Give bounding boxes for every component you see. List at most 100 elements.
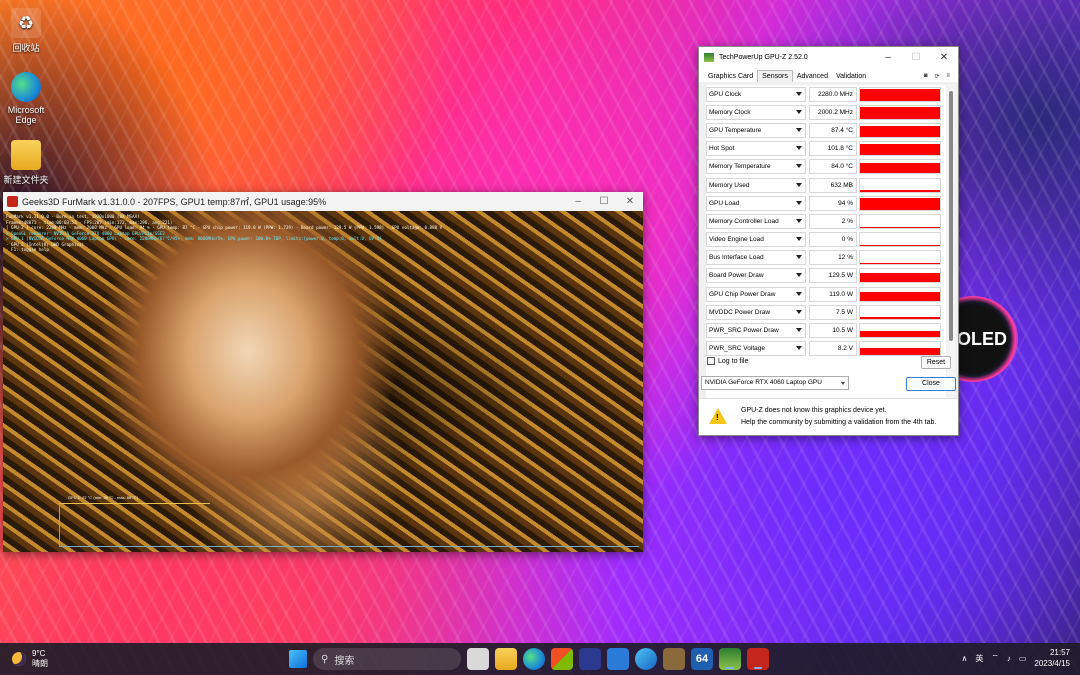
battery-icon[interactable]: ▭ — [1019, 654, 1027, 663]
sensor-name-dropdown[interactable]: Hot Spot — [706, 141, 806, 157]
furmark-window[interactable]: Geeks3D FurMark v1.31.0.0 - 207FPS, GPU1… — [3, 192, 643, 552]
sensor-name-dropdown[interactable]: Memory Controller Load — [706, 213, 806, 229]
tab-validation[interactable]: Validation — [832, 71, 870, 82]
sensor-value: 632 MB — [809, 177, 857, 193]
desktop-icon-recycle-bin[interactable]: ♻ 回收站 — [0, 8, 56, 54]
temperature-graph-label: GPU 1: 87 °C (min: 39 °C - max: 88 °C) — [68, 495, 139, 500]
sensor-name-dropdown[interactable]: Video Engine Load — [706, 232, 806, 248]
log-to-file-checkbox[interactable]: Log to file — [707, 357, 748, 365]
file-explorer-icon[interactable] — [495, 648, 517, 670]
hud-line: > GPU 1 (NVIDIA GeForce RTX 4060 Laptop … — [6, 236, 382, 241]
network-icon[interactable]: ⌔ — [991, 653, 999, 663]
sensor-name: Memory Controller Load — [709, 217, 779, 225]
maximize-button[interactable]: ☐ — [902, 52, 930, 63]
start-icon[interactable] — [289, 650, 307, 668]
sensor-graph-bar — [860, 162, 940, 174]
sensor-graph-bar — [860, 348, 940, 356]
sensor-name-dropdown[interactable]: GPU Temperature — [706, 122, 806, 138]
close-button[interactable]: ✕ — [617, 196, 643, 207]
tab-sensors[interactable]: Sensors — [757, 70, 793, 82]
store-icon[interactable] — [551, 648, 573, 670]
tab-advanced[interactable]: Advanced — [793, 71, 832, 82]
chevron-down-icon — [796, 237, 802, 242]
scrollbar-thumb[interactable] — [949, 91, 953, 341]
close-window-button[interactable]: Close — [906, 377, 956, 391]
sensor-scrollbar[interactable] — [947, 85, 955, 401]
edge-icon[interactable] — [523, 648, 545, 670]
refresh-icon[interactable]: ⟳ — [934, 73, 939, 80]
desktop-icon-folder[interactable]: 新建文件夹 — [0, 140, 56, 186]
sensor-graph — [859, 159, 941, 175]
chevron-up-icon[interactable]: ∧ — [961, 654, 967, 663]
sensor-value: 2280.0 MHz — [809, 86, 857, 102]
desktop-icon-edge[interactable]: Microsoft Edge — [0, 72, 56, 125]
minimize-button[interactable]: – — [565, 196, 591, 207]
system-tray: ∧ 英 ⌔ ♪ ▭ 21:57 2023/4/15 — [961, 647, 1070, 669]
camera-icon[interactable]: ◙ — [924, 73, 928, 80]
chevron-down-icon — [796, 218, 802, 223]
sensor-name: GPU Temperature — [709, 126, 762, 134]
clock-time: 21:57 — [1049, 648, 1070, 657]
taskbar-search[interactable]: ⚲ 搜索 — [313, 648, 461, 670]
aida64-icon[interactable]: 64 — [691, 648, 713, 670]
chevron-down-icon — [841, 382, 845, 385]
chevron-down-icon — [796, 328, 802, 333]
sensor-name-dropdown[interactable]: Memory Temperature — [706, 159, 806, 175]
sensor-graph — [859, 104, 941, 120]
sensor-graph — [859, 268, 941, 284]
sensor-name-dropdown[interactable]: Board Power Draw — [706, 268, 806, 284]
chevron-down-icon — [796, 200, 802, 205]
reset-button[interactable]: Reset — [921, 356, 951, 369]
volume-icon[interactable]: ♪ — [1007, 654, 1011, 663]
gpuz-titlebar[interactable]: TechPowerUp GPU-Z 2.52.0 – ☐ ✕ — [699, 47, 958, 67]
maximize-button[interactable]: ☐ — [591, 196, 617, 207]
app-icon[interactable] — [607, 648, 629, 670]
sensor-name-dropdown[interactable]: GPU Chip Power Draw — [706, 286, 806, 302]
sensor-name-dropdown[interactable]: PWR_SRC Power Draw — [706, 323, 806, 339]
sensor-name: Memory Temperature — [709, 163, 771, 171]
sensor-graph-bar — [860, 143, 940, 156]
desktop-icon-label: Microsoft Edge — [7, 105, 45, 125]
sensor-graph — [859, 122, 941, 138]
clock[interactable]: 21:57 2023/4/15 — [1034, 647, 1070, 669]
furmark-icon[interactable] — [747, 648, 769, 670]
sensor-name-dropdown[interactable]: MVDDC Power Draw — [706, 304, 806, 320]
edge-icon[interactable] — [635, 648, 657, 670]
sensor-value: 84.0 °C — [809, 159, 857, 175]
sensor-value: 87.4 °C — [809, 122, 857, 138]
sensor-row: Memory Used 632 MB — [706, 176, 946, 194]
ime-indicator[interactable]: 英 — [975, 653, 983, 664]
sensor-graph-bar — [860, 330, 940, 338]
menu-icon[interactable]: ≡ — [946, 73, 950, 80]
sensor-name-dropdown[interactable]: Bus Interface Load — [706, 250, 806, 266]
furmark-titlebar[interactable]: Geeks3D FurMark v1.31.0.0 - 207FPS, GPU1… — [3, 192, 643, 211]
sensor-name: PWR_SRC Voltage — [709, 345, 765, 353]
task-view-icon[interactable] — [467, 648, 489, 670]
weather-widget[interactable]: 9°C 晴朗 — [12, 649, 48, 669]
sensor-list: GPU Clock 2280.0 MHz Memory Clock 2000.2 MH… — [706, 85, 946, 401]
gpuz-window[interactable]: TechPowerUp GPU-Z 2.52.0 – ☐ ✕ Graphics … — [698, 46, 959, 436]
sensor-name-dropdown[interactable]: Memory Used — [706, 177, 806, 193]
sensor-name-dropdown[interactable]: GPU Clock — [706, 86, 806, 102]
sensor-value: 0 % — [809, 232, 857, 248]
device-select[interactable]: NVIDIA GeForce RTX 4060 Laptop GPU — [701, 376, 849, 390]
close-button[interactable]: ✕ — [930, 52, 958, 63]
sensor-graph — [859, 177, 941, 193]
sensor-graph — [859, 213, 941, 229]
gpuz-icon[interactable] — [719, 648, 741, 670]
sensor-name-dropdown[interactable]: Memory Clock — [706, 104, 806, 120]
sensor-name-dropdown[interactable]: GPU Load — [706, 195, 806, 211]
sensor-name-dropdown[interactable]: PWR_SRC Voltage — [706, 341, 806, 357]
app-icon[interactable] — [579, 648, 601, 670]
sensor-name: PWR_SRC Power Draw — [709, 327, 779, 335]
sensor-graph — [859, 195, 941, 211]
minimize-button[interactable]: – — [874, 52, 902, 63]
sensor-graph-bar — [860, 245, 940, 247]
app-icon[interactable] — [663, 648, 685, 670]
sensor-graph-bar — [860, 106, 940, 119]
sensor-name: Video Engine Load — [709, 236, 764, 244]
tab-graphics-card[interactable]: Graphics Card — [704, 71, 757, 82]
checkbox-box[interactable] — [707, 357, 715, 365]
furmark-hud: FurMark v1.31.0.0 - Burn-in test, 1920x1… — [6, 214, 442, 253]
sensor-row: PWR_SRC Power Draw 10.5 W — [706, 321, 946, 339]
